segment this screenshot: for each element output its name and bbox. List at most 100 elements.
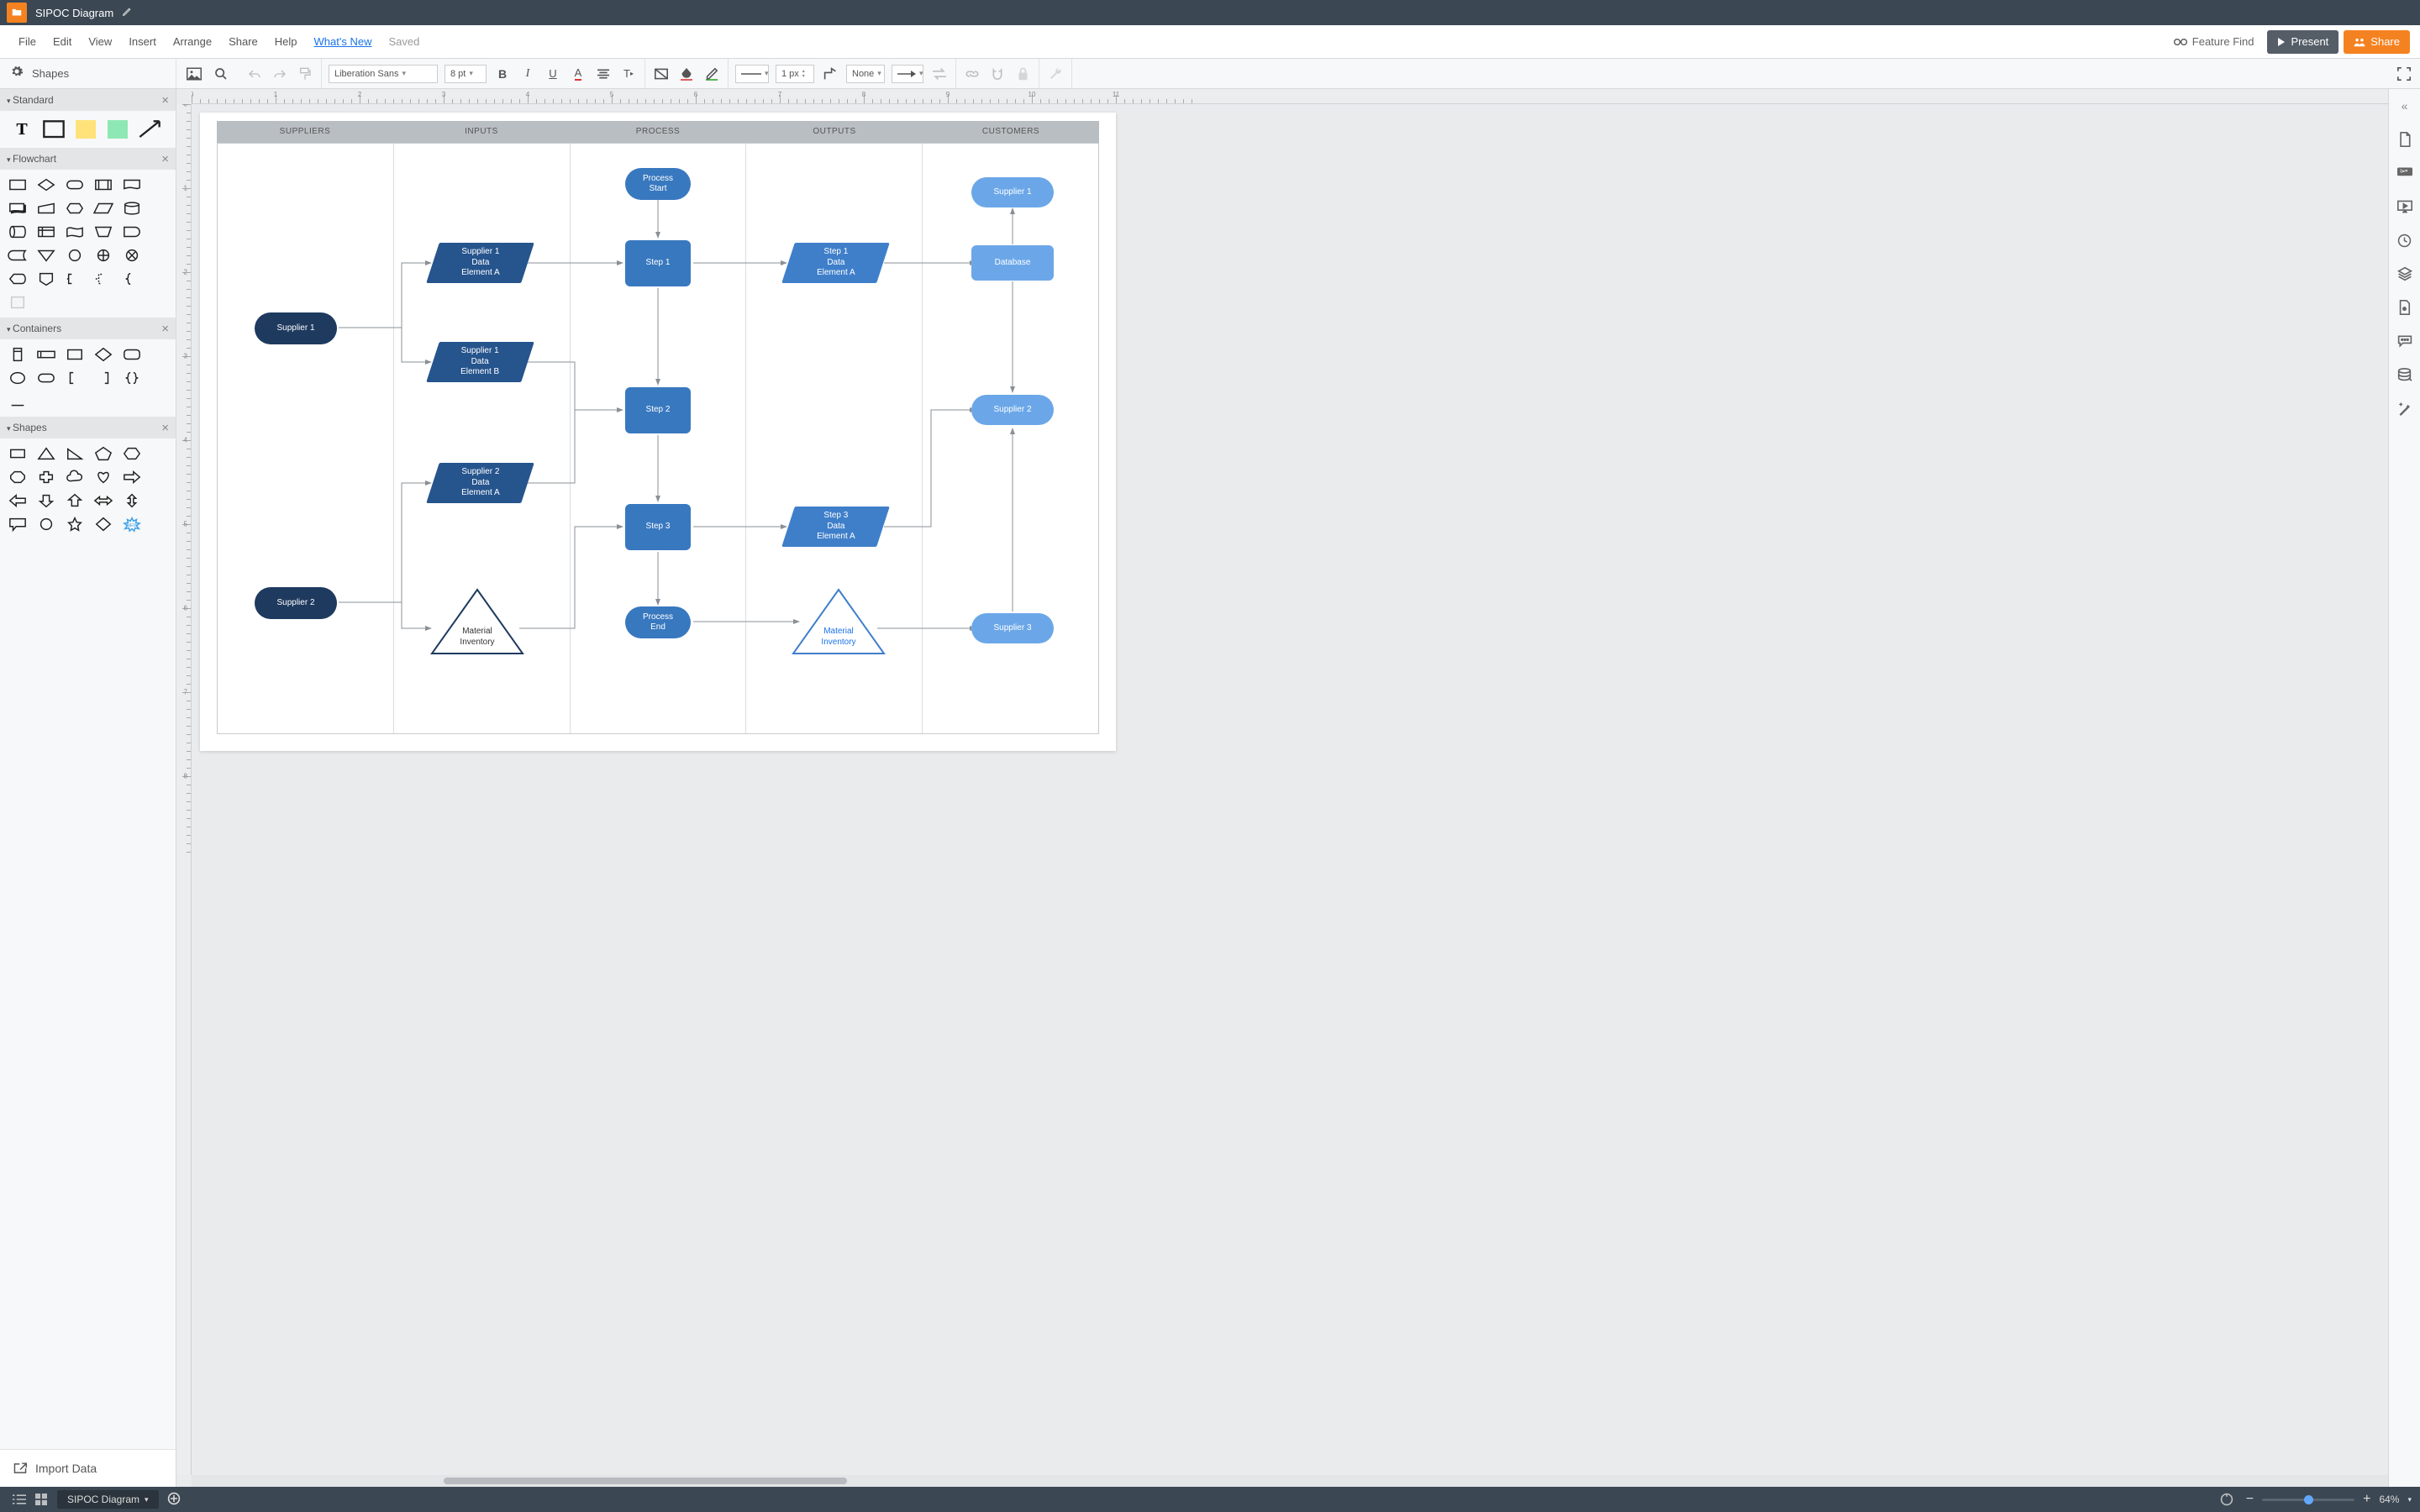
line-style-select[interactable]: ▾ bbox=[735, 65, 769, 83]
undo-icon[interactable] bbox=[245, 65, 264, 83]
node-output-3[interactable]: Step 3 Data Element A bbox=[781, 507, 890, 547]
bold-icon[interactable]: B bbox=[493, 65, 512, 83]
font-size-select[interactable]: 8 pt ▾ bbox=[445, 65, 487, 83]
sh-diamond-icon[interactable] bbox=[91, 514, 116, 534]
close-icon[interactable]: × bbox=[161, 152, 169, 166]
list-view-icon[interactable] bbox=[8, 1494, 30, 1504]
swap-ends-icon[interactable] bbox=[930, 65, 949, 83]
ct-brace-icon[interactable] bbox=[119, 368, 145, 388]
menu-arrange[interactable]: Arrange bbox=[165, 30, 220, 53]
document-panel-icon[interactable] bbox=[2395, 297, 2415, 318]
category-shapes-header[interactable]: Shapes × bbox=[0, 417, 176, 438]
scrollbar-thumb[interactable] bbox=[444, 1478, 847, 1484]
sh-arrow-r-icon[interactable] bbox=[119, 467, 145, 487]
ct-swimlane-v-icon[interactable] bbox=[5, 344, 30, 365]
italic-icon[interactable]: I bbox=[518, 65, 537, 83]
node-process-start[interactable]: Process Start bbox=[625, 168, 691, 200]
sh-burst-icon[interactable]: NEW bbox=[119, 514, 145, 534]
ct-swimlane-h-icon[interactable] bbox=[34, 344, 59, 365]
chevron-down-icon[interactable]: ▾ bbox=[2407, 1495, 2412, 1504]
node-customer-3[interactable]: Supplier 3 bbox=[971, 613, 1054, 643]
ct-rect-icon[interactable] bbox=[62, 344, 87, 365]
chat-panel-icon[interactable] bbox=[2395, 331, 2415, 351]
fc-display-icon[interactable] bbox=[5, 269, 30, 289]
fc-database-icon[interactable] bbox=[119, 198, 145, 218]
node-input-1[interactable]: Supplier 1 Data Element A bbox=[426, 243, 534, 283]
canvas-scroll[interactable]: SUPPLIERS INPUTS PROCESS OUTPUTS CUSTOME… bbox=[192, 104, 2388, 1475]
magic-panel-icon[interactable] bbox=[2395, 398, 2415, 418]
sh-arrow-ud-icon[interactable] bbox=[119, 491, 145, 511]
paint-format-icon[interactable] bbox=[296, 65, 314, 83]
menu-edit[interactable]: Edit bbox=[45, 30, 80, 53]
import-data-button[interactable]: Import Data bbox=[0, 1449, 176, 1487]
sh-circle-icon[interactable] bbox=[34, 514, 59, 534]
fullscreen-icon[interactable] bbox=[2395, 65, 2413, 83]
page-tab[interactable]: SIPOC Diagram ▾ bbox=[57, 1490, 159, 1509]
sh-heart-icon[interactable] bbox=[91, 467, 116, 487]
node-step-3[interactable]: Step 3 bbox=[625, 504, 691, 550]
fc-predefined-icon[interactable] bbox=[91, 175, 116, 195]
menu-whats-new[interactable]: What's New bbox=[306, 30, 381, 53]
ct-rounded-icon[interactable] bbox=[119, 344, 145, 365]
font-family-select[interactable]: Liberation Sans ▾ bbox=[329, 65, 438, 83]
zoom-slider[interactable] bbox=[2262, 1499, 2354, 1501]
fc-process-icon[interactable] bbox=[5, 175, 30, 195]
fc-connector-icon[interactable] bbox=[62, 245, 87, 265]
fc-preparation-icon[interactable] bbox=[62, 198, 87, 218]
document-title[interactable]: SIPOC Diagram bbox=[35, 7, 113, 19]
note-shape-icon[interactable] bbox=[74, 119, 97, 139]
add-page-icon[interactable] bbox=[167, 1492, 181, 1508]
ct-circle-icon[interactable] bbox=[5, 368, 30, 388]
history-panel-icon[interactable] bbox=[2395, 230, 2415, 250]
node-output-1[interactable]: Step 1 Data Element A bbox=[781, 243, 890, 283]
zoom-level-icon[interactable] bbox=[2216, 1493, 2238, 1506]
page-panel-icon[interactable] bbox=[2395, 129, 2415, 150]
shapes-manager-button[interactable]: Shapes bbox=[0, 59, 176, 88]
sh-arrow-u-icon[interactable] bbox=[62, 491, 87, 511]
fc-manualinput-icon[interactable] bbox=[34, 198, 59, 218]
menu-insert[interactable]: Insert bbox=[120, 30, 165, 53]
fc-delay-icon[interactable] bbox=[119, 222, 145, 242]
wrench-icon[interactable] bbox=[1046, 65, 1065, 83]
line-width-select[interactable]: 1 px ▴▾ bbox=[776, 65, 814, 83]
ct-bracket-r-icon[interactable] bbox=[91, 368, 116, 388]
sh-arrow-d-icon[interactable] bbox=[34, 491, 59, 511]
present-button[interactable]: Present bbox=[2267, 30, 2338, 54]
comments-panel-icon[interactable]: ❝❞ bbox=[2395, 163, 2415, 183]
fc-internalstorage-icon[interactable] bbox=[34, 222, 59, 242]
shape-fill-none-icon[interactable] bbox=[652, 65, 671, 83]
ct-diamond-icon[interactable] bbox=[91, 344, 116, 365]
line-routing-icon[interactable] bbox=[821, 65, 839, 83]
fill-color-icon[interactable] bbox=[677, 65, 696, 83]
fc-annotation2-icon[interactable] bbox=[91, 269, 116, 289]
sh-pentagon-icon[interactable] bbox=[91, 444, 116, 464]
menu-share[interactable]: Share bbox=[220, 30, 266, 53]
text-color-icon[interactable]: A bbox=[569, 65, 587, 83]
horizontal-scrollbar[interactable] bbox=[192, 1475, 2388, 1487]
fc-multidoc-icon[interactable] bbox=[5, 198, 30, 218]
node-input-3[interactable]: Supplier 2 Data Element A bbox=[426, 463, 534, 503]
menu-file[interactable]: File bbox=[10, 30, 45, 53]
page[interactable]: SUPPLIERS INPUTS PROCESS OUTPUTS CUSTOME… bbox=[200, 113, 1116, 751]
fc-papertape-icon[interactable] bbox=[62, 222, 87, 242]
rename-icon[interactable] bbox=[122, 6, 133, 19]
redo-icon[interactable] bbox=[271, 65, 289, 83]
sh-righttri-icon[interactable] bbox=[62, 444, 87, 464]
fc-note-icon[interactable] bbox=[5, 292, 30, 312]
fc-storeddata-icon[interactable] bbox=[5, 245, 30, 265]
fc-or-icon[interactable] bbox=[91, 245, 116, 265]
line-end-none-select[interactable]: None ▾ bbox=[846, 65, 885, 83]
feature-find-button[interactable]: Feature Find bbox=[2174, 35, 2254, 48]
fc-data-icon[interactable] bbox=[91, 198, 116, 218]
node-customer-database[interactable]: Database bbox=[971, 245, 1054, 281]
fc-brace-icon[interactable] bbox=[119, 269, 145, 289]
ct-line-icon[interactable] bbox=[5, 391, 30, 412]
fc-manualop-icon[interactable] bbox=[91, 222, 116, 242]
fc-annotation-icon[interactable] bbox=[62, 269, 87, 289]
node-supplier-1[interactable]: Supplier 1 bbox=[255, 312, 337, 344]
present-panel-icon[interactable] bbox=[2395, 197, 2415, 217]
node-output-inventory[interactable]: Material Inventory bbox=[788, 586, 889, 658]
arrow-line-shape-icon[interactable] bbox=[138, 119, 161, 139]
fc-summing-icon[interactable] bbox=[119, 245, 145, 265]
fc-decision-icon[interactable] bbox=[34, 175, 59, 195]
